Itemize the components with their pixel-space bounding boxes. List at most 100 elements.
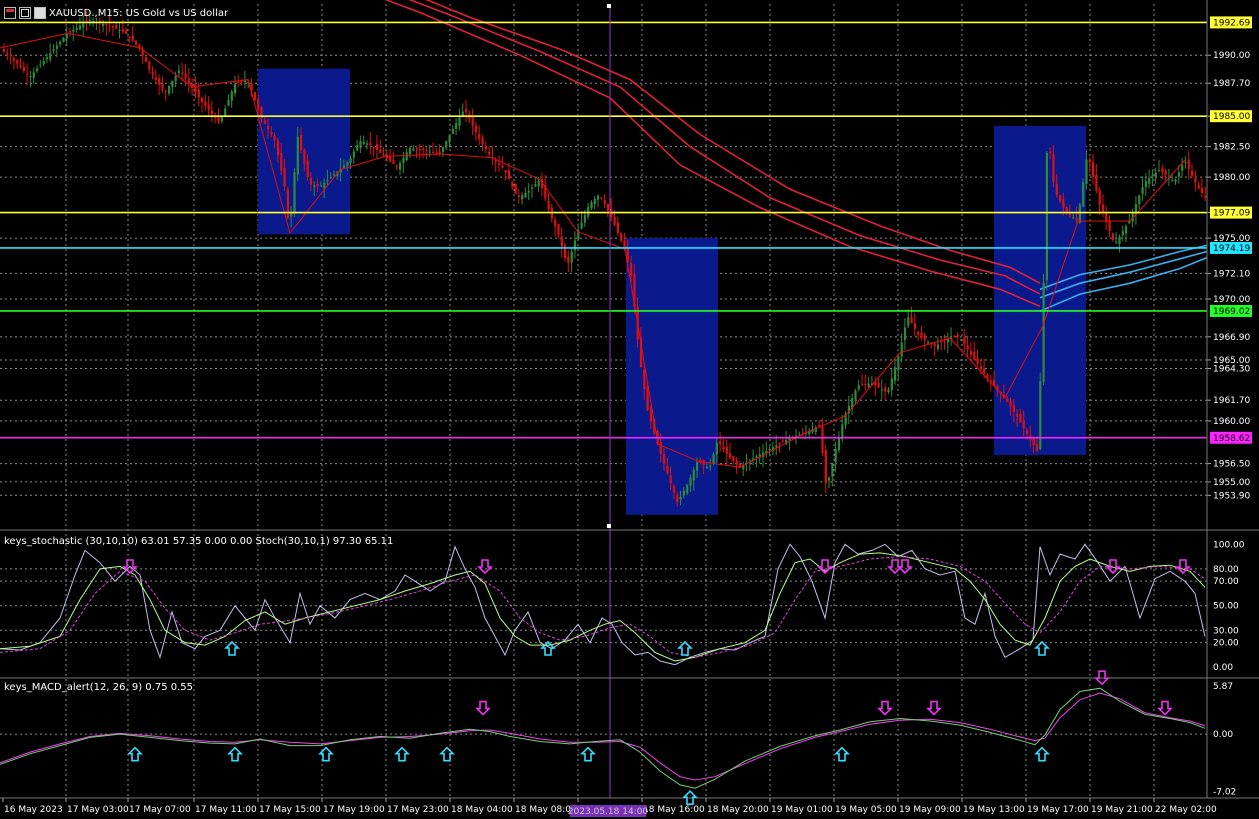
candle-body — [1161, 168, 1164, 173]
candle-body — [976, 358, 979, 365]
candle-body — [399, 163, 402, 170]
window-close-icon[interactable] — [34, 7, 46, 19]
candle-body — [1092, 161, 1095, 177]
candle-body — [521, 194, 524, 200]
macd-axis-label: 0.00 — [1213, 730, 1233, 740]
candle-body — [507, 170, 511, 180]
price-level-label: 1969.02 — [1213, 307, 1250, 317]
stochastic-axis-label: 20.00 — [1213, 639, 1239, 649]
candle-body — [161, 83, 164, 90]
candle-body — [422, 148, 425, 151]
candle-body — [59, 41, 62, 45]
time-axis-label: 18 May 16:00 — [643, 805, 705, 815]
candle-body — [894, 367, 897, 381]
candle-body — [6, 53, 9, 55]
macd-axis-label: 5.87 — [1213, 682, 1233, 692]
candle-body — [936, 344, 940, 350]
candle-body — [168, 85, 171, 94]
price-axis-label: 1966.90 — [1213, 333, 1250, 343]
candle-body — [12, 58, 16, 61]
candle-body — [1158, 170, 1161, 172]
candle-body — [372, 146, 375, 148]
price-axis-label: 1960.00 — [1213, 417, 1250, 427]
time-axis-label: 18 May 04:00 — [451, 805, 513, 815]
candle-body — [49, 53, 52, 60]
candle-body — [197, 89, 200, 98]
candle-body — [1006, 398, 1009, 402]
time-axis-label: 17 May 15:00 — [259, 805, 321, 815]
candle-body — [29, 76, 32, 78]
candle-body — [88, 19, 91, 21]
stochastic-axis-label: 70.00 — [1213, 577, 1239, 587]
candle-body — [768, 448, 771, 450]
time-axis-label: 19 May 05:00 — [835, 805, 897, 815]
crosshair-time-label: 2023.05.18 14:00 — [568, 807, 649, 817]
candle-body — [69, 31, 72, 33]
time-axis-label: 22 May 02:00 — [1155, 805, 1217, 815]
candle-body — [778, 442, 781, 444]
candle-body — [402, 157, 405, 163]
candle-body — [214, 117, 217, 119]
price-axis-label: 1987.70 — [1213, 79, 1250, 89]
candle-body — [1187, 159, 1190, 169]
candle-body — [333, 174, 336, 176]
time-axis-label: 16 May 2023 — [4, 805, 63, 815]
candle-body — [600, 197, 603, 199]
candle-body — [953, 335, 956, 338]
candle-body — [861, 384, 864, 386]
macd-axis-label: -7.02 — [1213, 788, 1236, 798]
candle-body — [405, 152, 408, 161]
candle-body — [1121, 231, 1124, 236]
chart-canvas[interactable]: 16 May 2023 17 May 03:00 17 May 07:00 17 Ma… — [0, 0, 1259, 819]
candle — [620, 232, 623, 243]
price-axis-label: 1953.90 — [1213, 491, 1250, 501]
candle-body — [111, 26, 115, 28]
candle-body — [966, 345, 969, 350]
candle-body — [72, 29, 75, 32]
candle-body — [973, 352, 976, 360]
candle-body — [3, 49, 6, 52]
price-level-label: 1974.19 — [1213, 244, 1250, 254]
candle-body — [471, 116, 474, 126]
candle-body — [240, 80, 243, 82]
candle-body — [890, 378, 893, 390]
candle-body — [705, 466, 709, 468]
candle-body — [709, 465, 712, 467]
candle-body — [1078, 204, 1081, 223]
candle-body — [649, 408, 652, 422]
candle-body — [210, 110, 214, 115]
candle-body — [983, 368, 986, 374]
candle-body — [1032, 438, 1035, 446]
candle-body — [560, 236, 563, 247]
time-axis-label: 17 May 11:00 — [195, 805, 257, 815]
candle-body — [1045, 153, 1048, 281]
candle-body — [1118, 236, 1121, 244]
candle-body — [356, 145, 359, 151]
candle-body — [1042, 282, 1045, 382]
candle-body — [65, 34, 68, 39]
candle-body — [969, 350, 973, 355]
candle-body — [131, 35, 134, 41]
candle-body — [659, 441, 662, 454]
candle-body — [1144, 180, 1147, 188]
window-restore-icon[interactable] — [19, 7, 31, 19]
candle-body — [1151, 175, 1154, 177]
candle-body — [465, 108, 468, 113]
candle-body — [455, 123, 458, 129]
candle-body — [22, 66, 25, 71]
candle-body — [676, 494, 679, 503]
candle-body — [933, 343, 936, 347]
candle-body — [187, 78, 190, 84]
candle-body — [45, 57, 49, 60]
candle-body — [392, 160, 395, 164]
candle-body — [917, 331, 920, 335]
candle-body — [158, 78, 161, 85]
candle-body — [923, 335, 926, 341]
stochastic-axis-label: 30.00 — [1213, 626, 1239, 636]
candle-body — [913, 323, 916, 329]
candle-body — [1049, 151, 1052, 154]
window-minimize-icon[interactable] — [4, 7, 16, 19]
candle-body — [1039, 381, 1042, 449]
candle-body — [171, 80, 174, 88]
candle-body — [583, 214, 586, 223]
